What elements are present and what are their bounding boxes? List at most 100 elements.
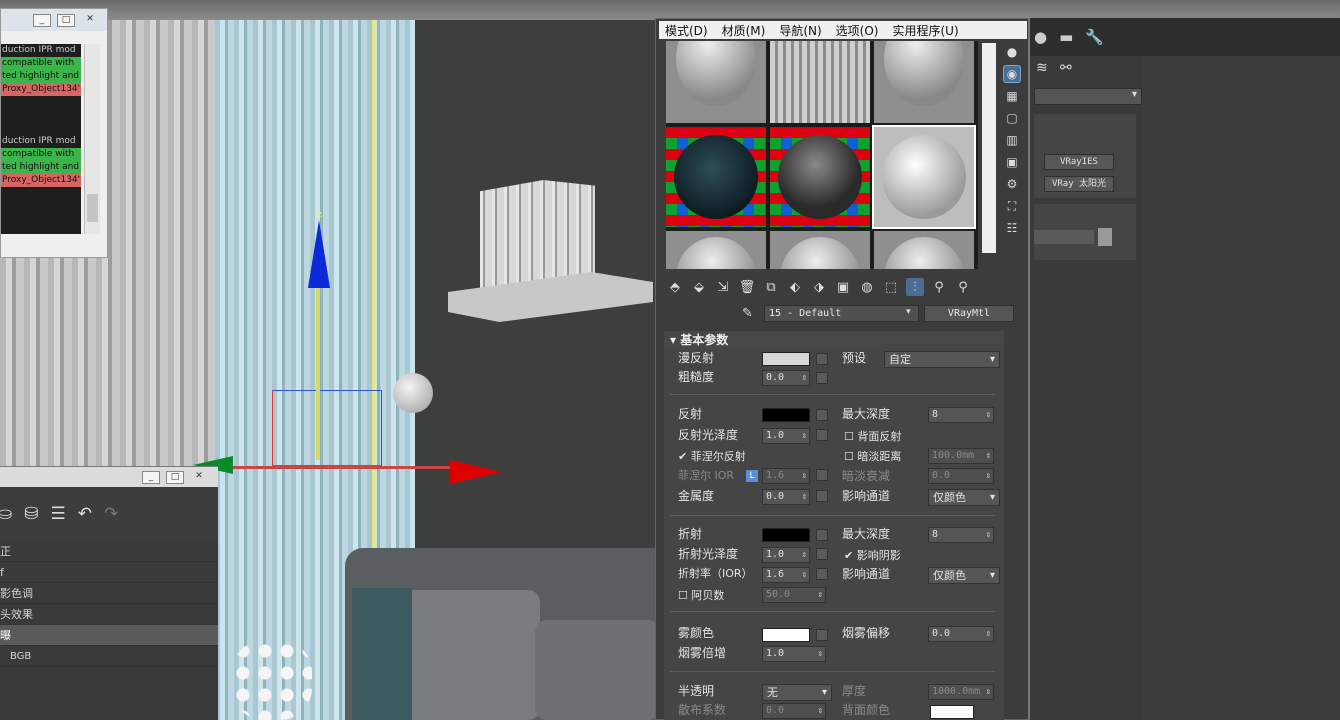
material-slot[interactable] bbox=[770, 41, 870, 123]
gizmo-z-arrow[interactable] bbox=[308, 220, 330, 288]
fog-multiplier-spinner[interactable]: 1.0 bbox=[762, 646, 826, 662]
refract-map-button[interactable] bbox=[816, 529, 828, 541]
refract-max-depth-spinner[interactable]: 8 bbox=[928, 527, 994, 543]
show-end-result-icon[interactable]: ◍ bbox=[858, 278, 876, 296]
thickness-spinner[interactable]: 1000.0mm bbox=[928, 684, 994, 700]
object-category-dropdown[interactable] bbox=[1034, 88, 1142, 105]
gizmo-z-axis[interactable] bbox=[316, 280, 320, 460]
reflect-affect-channels-dropdown[interactable]: 仅颜色 bbox=[928, 489, 1000, 506]
refract-affect-channels-dropdown[interactable]: 仅颜色 bbox=[928, 567, 1000, 584]
roughness-map-button[interactable] bbox=[816, 372, 828, 384]
backlight-icon[interactable]: ◉ bbox=[1003, 65, 1021, 83]
object-color-swatch[interactable] bbox=[1098, 228, 1112, 246]
options-icon[interactable]: ⚙ bbox=[1003, 175, 1021, 193]
material-type-button[interactable]: VRayMtl bbox=[924, 305, 1014, 322]
show-in-viewport-icon[interactable]: ▣ bbox=[834, 278, 852, 296]
back-reflect-checkbox[interactable]: ☐ 背面反射 bbox=[844, 428, 901, 444]
put-to-scene-icon[interactable]: ⬙ bbox=[690, 278, 708, 296]
ior-map-button[interactable] bbox=[816, 568, 828, 580]
refract-color-swatch[interactable] bbox=[762, 528, 810, 542]
chevron-down-icon[interactable]: ▾ bbox=[906, 307, 911, 317]
roughness-spinner[interactable]: 0.0 bbox=[762, 370, 810, 386]
fresnel-ior-map-button[interactable] bbox=[816, 469, 828, 481]
sample-type-icon[interactable]: ● bbox=[1003, 43, 1021, 61]
put-to-library-icon[interactable]: ⬖ bbox=[786, 278, 804, 296]
material-editor-window[interactable]: 模式(D) 材质(M) 导航(N) 选项(O) 实用程序(U) ● ◉ ▦ ▢ ▥ ▣ … bbox=[655, 18, 1030, 720]
material-slot[interactable] bbox=[770, 231, 870, 269]
refract-gloss-spinner[interactable]: 1.0 bbox=[762, 547, 810, 563]
select-by-material-icon[interactable]: ⛶ bbox=[1003, 197, 1021, 215]
menu-item[interactable]: 实用程序(U) bbox=[892, 22, 958, 39]
abbe-spinner[interactable]: 50.0 bbox=[762, 587, 826, 603]
utilities-tab-icon[interactable]: 🔧 bbox=[1085, 28, 1104, 46]
metalness-spinner[interactable]: 0.0 bbox=[762, 489, 810, 505]
dim-falloff-spinner[interactable]: 0.0 bbox=[928, 468, 994, 484]
panel-titlebar[interactable]: _ □ ✕ bbox=[0, 467, 218, 487]
panel-list-item[interactable]: f bbox=[0, 562, 218, 583]
go-forward-sibling-icon[interactable]: ⫶ bbox=[906, 278, 924, 296]
gizmo-x-arrow[interactable] bbox=[450, 460, 502, 484]
assign-to-selection-icon[interactable]: ⇲ bbox=[714, 278, 732, 296]
make-preview-icon[interactable]: ▣ bbox=[1003, 153, 1021, 171]
slots-vertical-scrollbar[interactable] bbox=[982, 43, 996, 253]
diffuse-map-button[interactable] bbox=[816, 353, 828, 365]
pick-from-object-icon[interactable]: ⚲ bbox=[954, 278, 972, 296]
vray-sun-button[interactable]: VRay 太阳光 bbox=[1044, 176, 1114, 192]
systems-icon[interactable]: ⚯ bbox=[1060, 60, 1072, 76]
material-slot[interactable] bbox=[666, 127, 766, 227]
name-field[interactable] bbox=[1034, 230, 1094, 244]
preset-dropdown[interactable]: 自定 bbox=[884, 351, 1000, 368]
close-button[interactable]: ✕ bbox=[190, 471, 208, 484]
material-slot-active[interactable] bbox=[872, 125, 976, 229]
menu-item[interactable]: 选项(O) bbox=[836, 22, 879, 39]
pick-material-icon[interactable]: ⚲ bbox=[930, 278, 948, 296]
maximize-button[interactable]: □ bbox=[57, 13, 75, 27]
ior-spinner[interactable]: 1.6 bbox=[762, 567, 810, 583]
fog-color-swatch[interactable] bbox=[762, 628, 810, 642]
render-elements-panel[interactable]: _ □ ✕ ⛀ ⛁ ☰ ↶ ↷ 正 f 影色调 头效果曝 BGB bbox=[0, 466, 218, 720]
list-icon[interactable]: ☰ bbox=[51, 504, 66, 524]
panel-list-item[interactable]: 曝 bbox=[0, 625, 218, 646]
panel-list-item[interactable]: BGB bbox=[0, 646, 218, 667]
reflect-map-button[interactable] bbox=[816, 409, 828, 421]
maximize-button[interactable]: □ bbox=[166, 470, 184, 484]
material-id-icon[interactable]: ⬗ bbox=[810, 278, 828, 296]
back-color-swatch[interactable] bbox=[930, 705, 974, 719]
background-icon[interactable]: ▦ bbox=[1003, 87, 1021, 105]
menu-item[interactable]: 模式(D) bbox=[665, 22, 708, 39]
material-slot[interactable] bbox=[666, 41, 766, 123]
material-name-field[interactable]: 15 - Default bbox=[764, 305, 919, 322]
material-slot[interactable] bbox=[770, 127, 870, 227]
fog-map-button[interactable] bbox=[816, 629, 828, 641]
monitor-tab-icon[interactable]: ▬ bbox=[1059, 28, 1073, 46]
diffuse-color-swatch[interactable] bbox=[762, 352, 810, 366]
log-scrollbar[interactable] bbox=[84, 44, 100, 234]
affect-shadows-checkbox[interactable]: ✔ 影响阴影 bbox=[844, 547, 901, 563]
reflect-max-depth-spinner[interactable]: 8 bbox=[928, 407, 994, 423]
dim-distance-checkbox[interactable]: ☐ 暗淡距离 bbox=[844, 448, 901, 464]
reflect-color-swatch[interactable] bbox=[762, 408, 810, 422]
make-unique-icon[interactable]: ⧉ bbox=[762, 278, 780, 296]
basic-params-rollout-header[interactable]: ▾ 基本参数 bbox=[664, 331, 1004, 349]
reset-map-icon[interactable]: 🗑 bbox=[738, 278, 756, 296]
minimize-button[interactable]: _ bbox=[33, 13, 51, 27]
vrayies-button[interactable]: VRayIES bbox=[1044, 154, 1114, 170]
reflect-gloss-map-button[interactable] bbox=[816, 429, 828, 441]
undo-icon[interactable]: ↶ bbox=[78, 504, 92, 524]
menu-item[interactable]: 导航(N) bbox=[779, 22, 821, 39]
metalness-map-button[interactable] bbox=[816, 490, 828, 502]
material-slot[interactable] bbox=[666, 231, 766, 269]
fresnel-ior-lock-button[interactable]: L bbox=[746, 470, 758, 482]
log-titlebar[interactable]: _ □ ✕ bbox=[1, 9, 107, 31]
go-to-parent-icon[interactable]: ⬚ bbox=[882, 278, 900, 296]
material-navigator-icon[interactable]: ☷ bbox=[1003, 219, 1021, 237]
refract-gloss-map-button[interactable] bbox=[816, 548, 828, 560]
menu-item[interactable]: 材质(M) bbox=[722, 22, 766, 39]
minimize-button[interactable]: _ bbox=[142, 470, 160, 484]
scroll-thumb[interactable] bbox=[87, 194, 98, 222]
fog-bias-spinner[interactable]: 0.0 bbox=[928, 626, 994, 642]
video-color-check-icon[interactable]: ▥ bbox=[1003, 131, 1021, 149]
panel-list-item[interactable]: 正 bbox=[0, 541, 218, 562]
material-slot[interactable] bbox=[874, 231, 974, 269]
gizmo-center-sphere[interactable] bbox=[393, 373, 433, 413]
